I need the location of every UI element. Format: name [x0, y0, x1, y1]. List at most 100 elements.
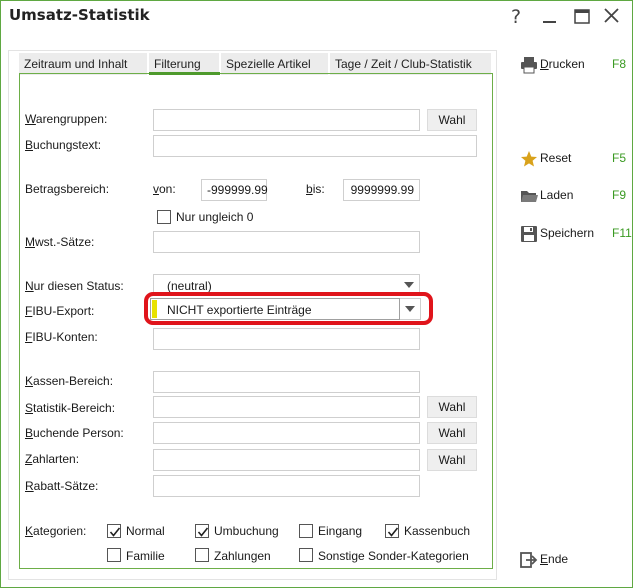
fibu-export-dropdown-button[interactable] — [400, 298, 421, 320]
dialog-content: Zeitraum und Inhalt Filterung Spezielle … — [4, 32, 632, 586]
checkmark-icon — [197, 527, 209, 537]
active-tab-indicator — [149, 72, 220, 75]
folder-icon — [520, 187, 538, 205]
buchende-person-field[interactable] — [153, 422, 420, 444]
maximize-button[interactable] — [569, 4, 595, 28]
kategorie-sonstige-checkbox[interactable] — [299, 548, 313, 562]
kategorie-normal-label: Normal — [126, 524, 165, 538]
warengruppen-field[interactable] — [153, 109, 420, 131]
reset-button[interactable]: Reset F5 — [516, 146, 626, 172]
mwst-field[interactable] — [153, 231, 420, 253]
kassen-bereich-field[interactable] — [153, 371, 420, 393]
kategorie-umbuchung-label: Umbuchung — [214, 524, 279, 538]
tab-label: Tage / Zeit / Club-Statistik — [335, 57, 472, 71]
kategorie-eingang-label: Eingang — [318, 524, 363, 538]
betrag-von-field[interactable]: -999999.99 — [201, 179, 268, 201]
close-button[interactable] — [599, 4, 625, 28]
drucken-label: Drucken — [540, 57, 585, 71]
minimize-icon — [543, 21, 556, 23]
kategorie-umbuchung-checkbox[interactable] — [195, 524, 209, 538]
frame-right-border — [492, 74, 493, 569]
drucken-button[interactable]: Drucken F8 — [516, 52, 626, 78]
fibu-export-label: FIBU-Export: — [25, 304, 95, 318]
tab-divider — [19, 73, 493, 74]
star-icon — [520, 150, 538, 168]
help-button[interactable]: ? — [503, 4, 529, 28]
statistik-bereich-field[interactable] — [153, 396, 420, 418]
zahlarten-field[interactable] — [153, 449, 420, 471]
warengruppen-label: Warengruppen: — [25, 112, 108, 126]
printer-icon — [520, 56, 538, 74]
kategorie-eingang-checkbox[interactable] — [299, 524, 313, 538]
tab-label: Filterung — [154, 57, 201, 71]
tab-tage-zeit-club[interactable]: Tage / Zeit / Club-Statistik — [330, 53, 492, 75]
buchungstext-label: Buchungstext: — [25, 138, 102, 152]
frame-bottom-border — [19, 568, 493, 569]
speichern-shortcut: F11 — [612, 226, 632, 240]
button-label: Wahl — [438, 426, 466, 440]
kategorie-kassenbuch-label: Kassenbuch — [404, 524, 471, 538]
drucken-shortcut: F8 — [612, 57, 627, 71]
kategorie-familie-checkbox[interactable] — [107, 548, 121, 562]
checkmark-icon — [387, 527, 399, 537]
warengruppen-wahl-button[interactable]: Wahl — [427, 109, 477, 131]
speichern-label: Speichern — [540, 226, 595, 240]
betrag-bis-field[interactable]: 9999999.99 — [343, 179, 420, 201]
title-bar: Umsatz-Statistik ? — [1, 1, 632, 32]
minimize-button[interactable] — [537, 4, 563, 28]
rabatt-label: Rabatt-Sätze: — [25, 479, 99, 493]
status-value: (neutral) — [167, 279, 212, 293]
laden-button[interactable]: Laden F9 — [516, 183, 626, 209]
tab-label: Spezielle Artikel — [226, 57, 311, 71]
statistics-window: Umsatz-Statistik ? Zeitraum und Inhalt F… — [0, 0, 633, 588]
speichern-button[interactable]: Speichern F11 — [516, 221, 632, 247]
mwst-label: Mwst.-Sätze: — [25, 235, 95, 249]
statistik-bereich-label: Statistik-Bereich: — [25, 401, 116, 415]
laden-label: Laden — [540, 188, 574, 202]
zahlarten-wahl-button[interactable]: Wahl — [427, 449, 477, 471]
kassen-bereich-label: Kassen-Bereich: — [25, 374, 114, 388]
kategorie-kassenbuch-checkbox[interactable] — [385, 524, 399, 538]
fibu-konten-label: FIBU-Konten: — [25, 330, 98, 344]
betragsbereich-label: Betragsbereich: — [25, 182, 110, 196]
kategorien-label: Kategorien: — [25, 524, 87, 538]
tab-zeitraum[interactable]: Zeitraum und Inhalt — [19, 53, 148, 75]
tab-spezielle-artikel[interactable]: Spezielle Artikel — [221, 53, 329, 75]
fibu-export-select[interactable]: NICHT exportierte Einträge — [150, 298, 400, 320]
ende-button[interactable]: Ende — [516, 547, 626, 573]
button-label: Wahl — [438, 453, 466, 467]
required-marker — [152, 300, 157, 318]
rabatt-field[interactable] — [153, 475, 420, 497]
floppy-icon — [520, 225, 538, 243]
buchende-person-wahl-button[interactable]: Wahl — [427, 422, 477, 444]
checkmark-icon — [109, 527, 121, 537]
window-title: Umsatz-Statistik — [9, 6, 150, 24]
kategorie-zahlungen-label: Zahlungen — [214, 549, 271, 563]
reset-shortcut: F5 — [612, 151, 627, 165]
kategorie-sonstige-label: Sonstige Sonder-Kategorien — [318, 549, 469, 563]
bis-label: bis: — [306, 182, 325, 196]
fibu-konten-field[interactable] — [153, 328, 420, 350]
maximize-icon — [574, 9, 590, 24]
buchende-person-label: Buchende Person: — [25, 426, 124, 440]
chevron-down-icon — [400, 299, 420, 319]
tab-label: Zeitraum und Inhalt — [24, 57, 128, 71]
question-icon: ? — [511, 6, 521, 28]
kategorie-zahlungen-checkbox[interactable] — [195, 548, 209, 562]
close-icon — [604, 8, 619, 23]
fibu-export-value: NICHT exportierte Einträge — [167, 303, 312, 317]
reset-label: Reset — [540, 151, 572, 165]
kategorie-normal-checkbox[interactable] — [107, 524, 121, 538]
nur-ungleich-checkbox[interactable] — [157, 210, 171, 224]
zahlarten-label: Zahlarten: — [25, 452, 80, 466]
buchungstext-field[interactable] — [153, 135, 477, 157]
button-label: Wahl — [438, 400, 466, 414]
kategorie-familie-label: Familie — [126, 549, 165, 563]
statistik-bereich-wahl-button[interactable]: Wahl — [427, 396, 477, 418]
laden-shortcut: F9 — [612, 188, 627, 202]
button-label: Wahl — [438, 113, 466, 127]
frame-left-border — [19, 74, 20, 569]
nur-ungleich-label: Nur ungleich 0 — [176, 210, 254, 224]
von-label: von: — [153, 182, 176, 196]
svg-text:?: ? — [511, 6, 521, 28]
